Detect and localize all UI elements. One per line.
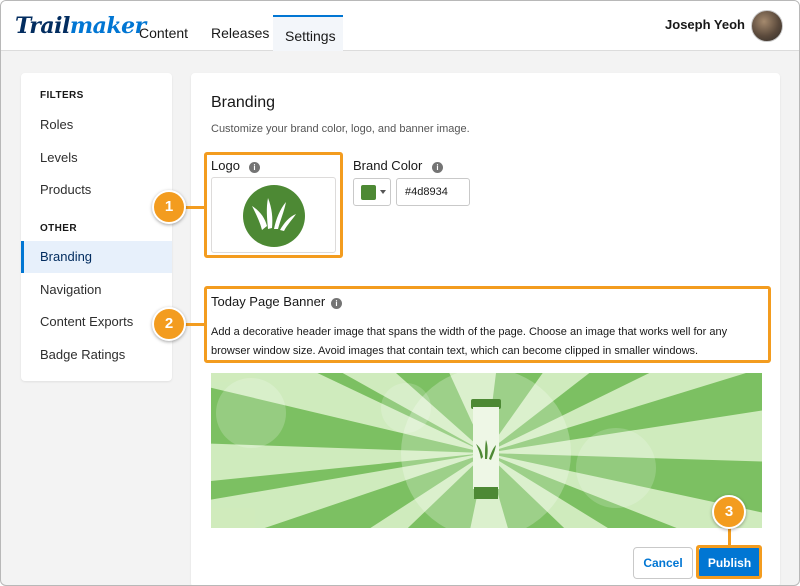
tube-icon xyxy=(471,399,501,499)
publish-button[interactable]: Publish xyxy=(699,547,760,579)
logo-upload[interactable] xyxy=(211,177,336,253)
banner-image-graphic xyxy=(211,373,762,528)
sidebar-item-products[interactable]: Products xyxy=(21,174,172,206)
sidebar-section-other: OTHER xyxy=(40,223,77,234)
avatar[interactable] xyxy=(751,10,783,42)
brand-color-label: Brand Color xyxy=(353,158,423,173)
cancel-button[interactable]: Cancel xyxy=(633,547,693,579)
banner-label: Today Page Banner xyxy=(211,294,326,309)
tab-content[interactable]: Content xyxy=(127,15,200,51)
sidebar-item-branding[interactable]: Branding xyxy=(21,241,172,273)
app-window: Trailmaker Content Releases Settings Jos… xyxy=(0,0,800,586)
callout-badge-3: 3 xyxy=(712,495,746,529)
logo-label: Logo xyxy=(211,158,240,173)
callout-leader-3 xyxy=(728,528,731,546)
page-subtitle: Customize your brand color, logo, and ba… xyxy=(211,123,470,135)
info-icon[interactable]: i xyxy=(331,298,342,309)
brand-color-input[interactable] xyxy=(396,178,470,206)
color-swatch xyxy=(361,185,376,200)
chevron-down-icon xyxy=(380,190,386,194)
info-icon[interactable]: i xyxy=(249,162,260,173)
sidebar-item-roles[interactable]: Roles xyxy=(21,109,172,141)
tab-settings[interactable]: Settings xyxy=(273,15,343,51)
user-name[interactable]: Joseph Yeoh xyxy=(665,17,745,32)
info-icon[interactable]: i xyxy=(432,162,443,173)
color-picker-button[interactable] xyxy=(353,178,391,206)
grass-logo-icon xyxy=(243,185,305,247)
callout-badge-1: 1 xyxy=(152,190,186,224)
banner-description: Add a decorative header image that spans… xyxy=(211,326,728,357)
top-nav-bar: Trailmaker Content Releases Settings Jos… xyxy=(1,1,799,51)
callout-badge-2: 2 xyxy=(152,307,186,341)
branding-panel: Branding Customize your brand color, log… xyxy=(191,73,780,585)
sidebar-item-levels[interactable]: Levels xyxy=(21,142,172,174)
page-title: Branding xyxy=(211,94,276,111)
brand-text-left: Trail xyxy=(15,13,70,39)
sidebar-item-content-exports[interactable]: Content Exports xyxy=(21,306,172,338)
tab-releases[interactable]: Releases xyxy=(199,15,281,51)
sidebar-section-filters: FILTERS xyxy=(40,90,84,101)
sidebar-item-badge-ratings[interactable]: Badge Ratings xyxy=(21,339,172,371)
banner-image[interactable] xyxy=(211,373,762,528)
sidebar-item-navigation[interactable]: Navigation xyxy=(21,274,172,306)
settings-sidebar: FILTERS Roles Levels Products OTHER Bran… xyxy=(21,73,172,381)
